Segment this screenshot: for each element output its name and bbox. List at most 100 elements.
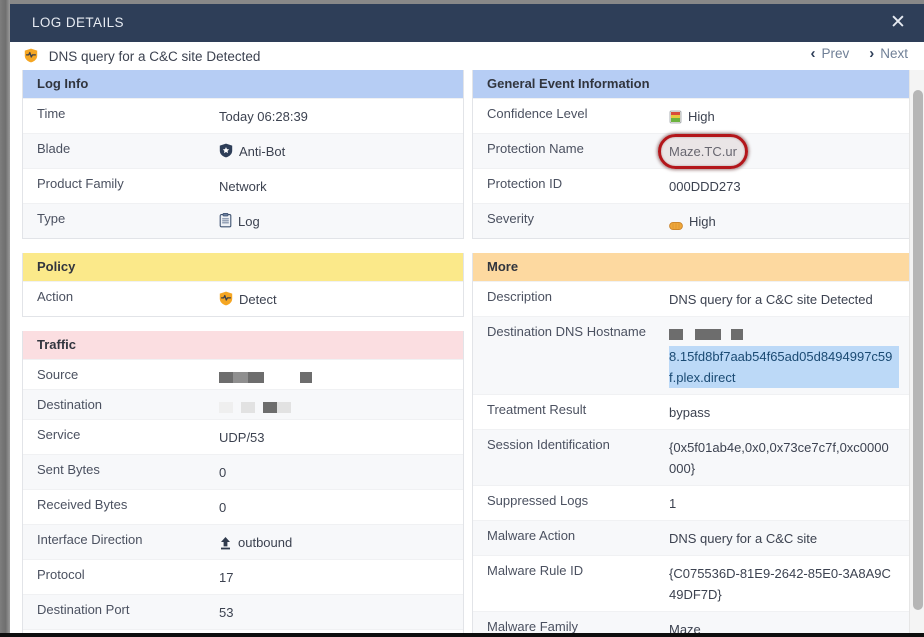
redaction-block: [277, 402, 291, 413]
detail-value-text: UDP/53: [219, 430, 265, 445]
chevron-left-icon: ‹: [810, 45, 816, 62]
detail-key: Sent Bytes: [37, 462, 100, 477]
vertical-scrollbar[interactable]: [909, 70, 924, 637]
redacted-value: [669, 324, 743, 340]
detail-key: Severity: [487, 211, 534, 226]
details-section: Log Info Time Today 06:28:39 Blade Anti-Bot P…: [22, 70, 464, 239]
detail-key: Protection Name: [487, 141, 584, 156]
detail-value-text: Log: [238, 214, 260, 229]
redaction-block: [300, 372, 312, 383]
redaction-block: [219, 372, 233, 383]
redaction-block: [248, 372, 264, 383]
detail-value: [219, 360, 463, 389]
detail-key: Product Family: [37, 176, 124, 191]
chevron-right-icon: ›: [869, 45, 875, 62]
clipboard-icon: [219, 213, 232, 228]
detail-row: Confidence Level High: [473, 98, 913, 133]
severity-pill-icon: [669, 216, 683, 231]
next-button[interactable]: › Next: [861, 45, 916, 62]
background-page: [0, 0, 10, 637]
detail-row: Protocol 17: [23, 559, 463, 594]
event-subheader: DNS query for a C&C site Detected ‹ Prev…: [10, 42, 924, 70]
detail-value: [219, 390, 463, 419]
redaction-block: [695, 329, 709, 340]
detail-row: Blade Anti-Bot: [23, 133, 463, 168]
detail-value-text: High: [688, 109, 715, 124]
detail-value-text: High: [689, 214, 716, 229]
detail-row: Description DNS query for a C&C site Dete…: [473, 281, 913, 316]
close-icon[interactable]: ✕: [886, 12, 910, 36]
detail-row: Destination DNS Hostname 8.15fd8bf7aab54f…: [473, 316, 913, 394]
detail-value-text: Today 06:28:39: [219, 109, 308, 124]
details-section: Traffic Source Destination Service UDP/53 Sen…: [22, 331, 464, 637]
detail-value-text: 17: [219, 570, 234, 585]
detail-row: Severity High: [473, 203, 913, 238]
prev-button[interactable]: ‹ Prev: [802, 45, 857, 62]
scrollbar-thumb[interactable]: [913, 90, 923, 610]
detail-key: Destination: [37, 397, 103, 412]
detail-value-text: {0x5f01ab4e,0x0,0x73ce7c7f,0xc0000000}: [669, 440, 889, 476]
section-header: General Event Information: [473, 70, 913, 98]
redaction-block: [669, 329, 683, 340]
detail-key: Destination DNS Hostname: [487, 324, 646, 339]
detail-value-text: 8.15fd8bf7aab54f65ad05d8494997c59f.plex.…: [669, 346, 899, 388]
record-navigation: ‹ Prev › Next: [802, 45, 916, 62]
detail-key: Time: [37, 106, 66, 121]
page-title: LOG DETAILS: [32, 15, 124, 30]
right-column: General Event Information Confidence Leve…: [472, 70, 914, 637]
detail-value: DNS query for a C&C site: [669, 521, 913, 555]
detail-row: Protection ID 000DDD273: [473, 168, 913, 203]
detail-value-text: bypass: [669, 405, 711, 420]
detail-value: 8.15fd8bf7aab54f65ad05d8494997c59f.plex.…: [669, 317, 913, 394]
detail-key: Type: [37, 211, 66, 226]
detail-row: Session Identification {0x5f01ab4e,0x0,0x…: [473, 429, 913, 485]
detail-value: {C075536D-81E9-2642-85E0-3A8A9C49DF7D}: [669, 556, 913, 611]
detail-value-text: DNS query for a C&C site: [669, 531, 818, 546]
detail-value: Today 06:28:39: [219, 99, 463, 133]
event-title-row: DNS query for a C&C site Detected: [24, 46, 260, 64]
details-body: Log Info Time Today 06:28:39 Blade Anti-Bot P…: [10, 70, 924, 637]
left-column: Log Info Time Today 06:28:39 Blade Anti-Bot P…: [22, 70, 464, 637]
detail-key: Interface Direction: [37, 532, 143, 547]
detail-row: Action Detect: [23, 281, 463, 316]
redaction-block: [731, 329, 743, 340]
screen-bottom-edge: [0, 633, 924, 637]
detail-row: Interface Direction outbound: [23, 524, 463, 559]
redacted-value: [219, 367, 312, 383]
protection-name-highlight[interactable]: Maze.TC.ur: [658, 134, 748, 169]
detail-value: 1: [669, 486, 913, 520]
detail-value: High: [669, 99, 913, 133]
detail-value-text: outbound: [238, 535, 293, 550]
detail-value: outbound: [219, 525, 463, 559]
confidence-bars-icon: [669, 109, 682, 124]
detail-value-text: {C075536D-81E9-2642-85E0-3A8A9C49DF7D}: [669, 566, 891, 602]
log-details-dialog: LOG DETAILS ✕ DNS query for a C&C site D…: [10, 4, 924, 637]
redaction-block: [219, 402, 233, 413]
detail-value: Detect: [219, 282, 463, 316]
screen: LOG DETAILS ✕ DNS query for a C&C site D…: [0, 0, 924, 637]
detail-key: Description: [487, 289, 553, 304]
detail-row: Received Bytes 0: [23, 489, 463, 524]
detail-key: Protection ID: [487, 176, 563, 191]
detail-key: Malware Action: [487, 528, 576, 543]
detail-value-text: Anti-Bot: [239, 144, 286, 159]
section-header: Policy: [23, 253, 463, 281]
detail-value-text: 53: [219, 605, 234, 620]
detail-row: Suppressed Logs 1: [473, 485, 913, 520]
detail-value: {0x5f01ab4e,0x0,0x73ce7c7f,0xc0000000}: [669, 430, 913, 485]
detail-row: Malware Action DNS query for a C&C site: [473, 520, 913, 555]
details-section: Policy Action Detect: [22, 253, 464, 317]
detail-value-text: DNS query for a C&C site Detected: [669, 292, 873, 307]
prev-label: Prev: [821, 46, 850, 61]
detail-key: Received Bytes: [37, 497, 128, 512]
detail-value: High: [669, 204, 913, 238]
detail-row: Protection Name Maze.TC.ur: [473, 133, 913, 169]
detail-value: 0: [219, 490, 463, 524]
detail-value-text: Maze.TC.ur: [669, 144, 737, 159]
detail-row: Product Family Network: [23, 168, 463, 203]
detail-value-text: 1: [669, 496, 677, 511]
detail-row: Time Today 06:28:39: [23, 98, 463, 133]
shield-detect-icon: [219, 291, 233, 306]
detail-key: Source: [37, 367, 79, 382]
detail-value: 17: [219, 560, 463, 594]
